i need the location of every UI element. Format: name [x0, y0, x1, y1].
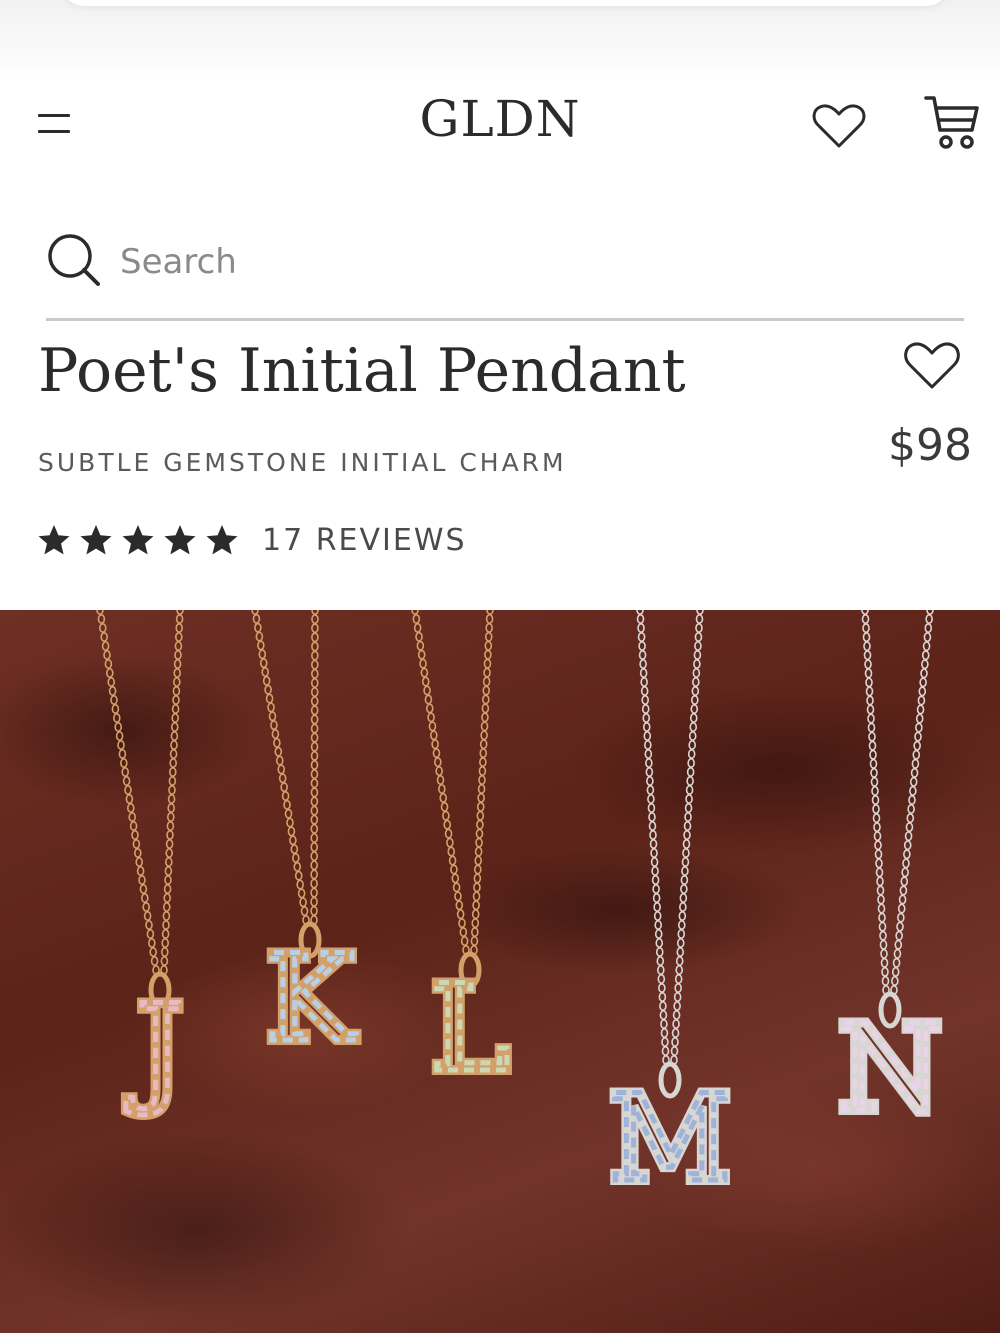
product-image[interactable]: JJ KK LL MM NN — [0, 610, 1000, 1333]
product-favorite-button[interactable] — [900, 340, 964, 394]
necklace-chain — [251, 610, 310, 925]
svg-text:J: J — [125, 980, 184, 1119]
necklace-chain — [470, 610, 494, 955]
necklace-chain — [96, 610, 160, 975]
hamburger-menu-icon-bar — [38, 130, 70, 133]
rating-row[interactable]: 17 REVIEWS — [36, 518, 467, 562]
initial-pendant-n: NN — [833, 991, 948, 1144]
svg-text:K: K — [265, 930, 357, 1069]
browser-url-bar[interactable] — [60, 0, 950, 6]
initial-pendant-l: LL — [425, 951, 515, 1104]
heart-outline-icon — [904, 342, 960, 389]
necklace-chain — [160, 610, 184, 975]
star-icon — [122, 525, 154, 555]
brand-logo[interactable]: GLDN — [420, 90, 581, 148]
svg-text:M: M — [609, 1070, 732, 1209]
product-subtitle: SUBTLE GEMSTONE INITIAL CHARM — [38, 448, 567, 477]
svg-text:L: L — [430, 960, 510, 1099]
product-price: $98 — [888, 420, 972, 471]
necklace-chain — [411, 610, 470, 955]
search-bar — [46, 222, 964, 321]
search-input[interactable] — [118, 234, 922, 290]
star-icon — [38, 525, 70, 555]
menu-button[interactable] — [30, 108, 78, 142]
necklace-chain — [890, 610, 934, 995]
star-icon — [164, 525, 196, 555]
initial-pendant-k: KK — [260, 921, 362, 1074]
reviews-link[interactable]: 17 REVIEWS — [262, 523, 467, 558]
product-title: Poet's Initial Pendant — [38, 336, 686, 406]
necklace-chain — [670, 610, 704, 1065]
shopping-cart-icon — [924, 96, 979, 149]
initial-pendant-m: MM — [604, 1061, 736, 1214]
initial-pendant-j: JJ — [120, 971, 189, 1124]
wishlist-button[interactable] — [810, 102, 868, 152]
necklaces-illustration: JJ KK LL MM NN — [96, 610, 948, 1214]
necklace-chain — [861, 610, 890, 995]
svg-text:N: N — [838, 1000, 943, 1139]
cart-button[interactable] — [920, 92, 982, 154]
product-page: GLDN Poet's Initial Pendant SUBTLE GEMST… — [0, 0, 1000, 1333]
star-icon — [206, 525, 238, 555]
star-rating — [36, 522, 240, 558]
browser-top-shade — [0, 0, 1000, 80]
necklace-chain — [636, 610, 670, 1065]
search-icon[interactable] — [46, 232, 102, 288]
necklace-chain — [310, 610, 319, 925]
heart-outline-icon — [812, 104, 866, 148]
hamburger-menu-icon — [38, 114, 70, 117]
star-icon — [80, 525, 112, 555]
site-header: GLDN — [0, 80, 1000, 170]
